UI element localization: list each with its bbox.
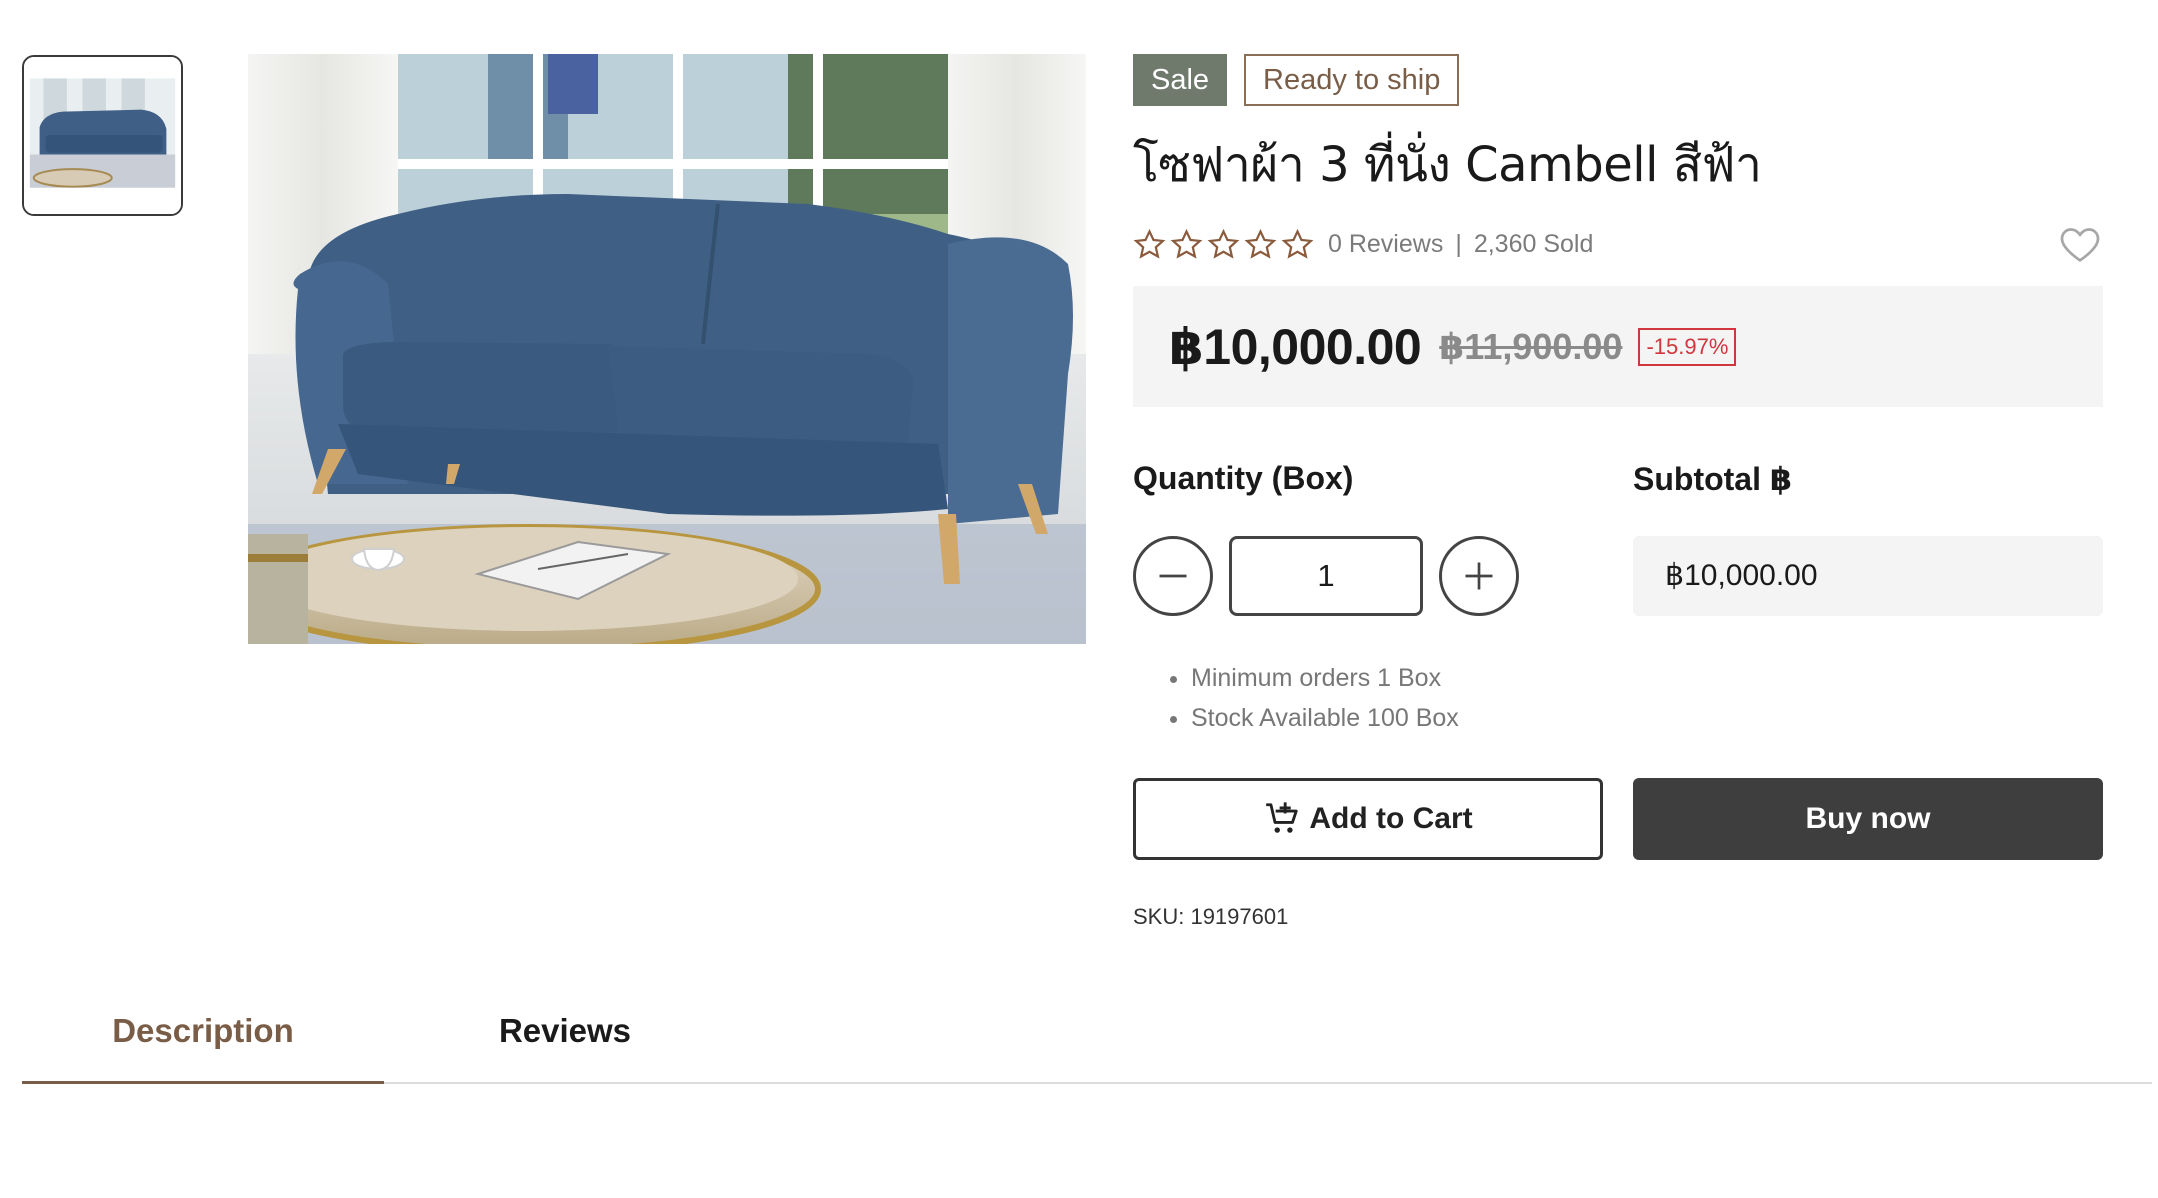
stock-available-note: Stock Available 100 Box: [1191, 698, 1459, 738]
current-price: ฿10,000.00: [1169, 318, 1422, 375]
minus-icon: [1159, 574, 1187, 578]
product-main-image: [248, 54, 1086, 644]
heart-icon[interactable]: [2057, 224, 2103, 264]
product-tabs: Description Reviews: [22, 990, 2152, 1084]
rating-row: 0 Reviews | 2,360 Sold: [1133, 224, 2103, 264]
order-notes: Minimum orders 1 Box Stock Available 100…: [1171, 658, 1459, 738]
price-box: ฿10,000.00 ฿11,900.00 -15.97%: [1133, 286, 2103, 407]
rating-separator: |: [1455, 229, 1462, 258]
quantity-stepper: [1133, 536, 1519, 616]
original-price: ฿11,900.00: [1439, 325, 1623, 367]
tab-reviews[interactable]: Reviews: [384, 990, 746, 1084]
add-to-cart-button[interactable]: Add to Cart: [1133, 778, 1603, 860]
star-icon: [1170, 228, 1203, 259]
tab-description[interactable]: Description: [22, 990, 384, 1084]
star-icon: [1133, 228, 1166, 259]
plus-icon: [1465, 562, 1493, 590]
badge-group: Sale Ready to ship: [1133, 54, 2103, 106]
product-sku: SKU: 19197601: [1133, 904, 1289, 929]
reviews-count[interactable]: 0 Reviews: [1328, 230, 1443, 259]
quantity-label: Quantity (Box): [1133, 460, 1354, 496]
sold-count: 2,360 Sold: [1473, 229, 1594, 258]
gallery-thumbnail[interactable]: [22, 55, 183, 216]
add-to-cart-label: Add to Cart: [1309, 802, 1473, 835]
star-icon: [1244, 228, 1277, 259]
buy-now-button[interactable]: Buy now: [1633, 778, 2103, 860]
minimum-order-note: Minimum orders 1 Box: [1191, 658, 1459, 698]
quantity-input[interactable]: [1229, 536, 1423, 616]
star-icon: [1207, 228, 1240, 259]
decrease-quantity-button[interactable]: [1133, 536, 1213, 616]
product-info-panel: Sale Ready to ship โซฟาผ้า 3 ที่นั่ง Cam…: [1133, 54, 2103, 929]
increase-quantity-button[interactable]: [1439, 536, 1519, 616]
sofa-thumbnail-image: [24, 57, 181, 214]
sale-badge: Sale: [1133, 54, 1228, 106]
star-icon: [1281, 228, 1314, 259]
star-rating[interactable]: [1133, 228, 1314, 261]
buy-now-label: Buy now: [1805, 802, 1931, 835]
discount-badge: -15.97%: [1638, 327, 1737, 366]
ready-to-ship-badge: Ready to ship: [1244, 54, 1460, 106]
product-title: โซฟาผ้า 3 ที่นั่ง Cambell สีฟ้า: [1133, 137, 1762, 193]
sofa-image: [248, 54, 1086, 644]
subtotal-label: Subtotal ฿: [1633, 461, 1793, 497]
subtotal-value: ฿10,000.00: [1633, 536, 2103, 616]
cart-add-icon: [1266, 802, 1299, 833]
